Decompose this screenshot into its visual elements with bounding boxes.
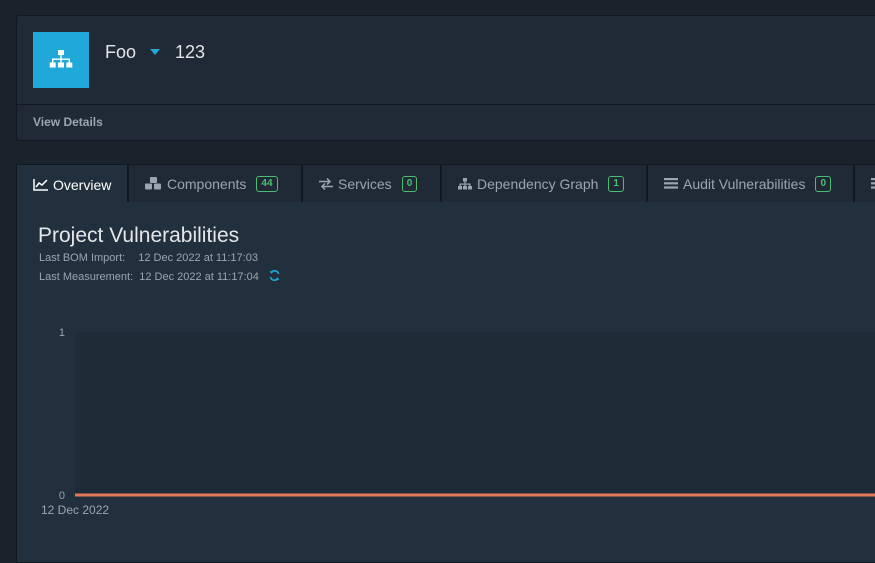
dependency-graph-count-badge: 1	[608, 175, 624, 192]
components-count-badge: 44	[256, 175, 278, 192]
vulnerability-chart: 1 0 12 Dec 2022	[17, 312, 875, 532]
tab-overflow[interactable]	[854, 164, 875, 202]
last-measurement-value: 12 Dec 2022 at 11:17:04	[139, 270, 259, 283]
view-details-link[interactable]: View Details	[33, 115, 103, 129]
list-icon	[871, 178, 875, 189]
chart-plot-area	[75, 332, 875, 495]
project-version: 123	[175, 42, 206, 62]
tab-overview[interactable]: Overview	[16, 164, 128, 204]
line-chart-icon	[33, 178, 48, 191]
exchange-icon	[319, 177, 333, 190]
sitemap-icon	[33, 32, 89, 88]
project-header-card: Foo 123 View Details	[16, 15, 875, 141]
project-name: Foo	[105, 42, 137, 62]
last-bom-import-label: Last BOM Import:	[39, 252, 126, 264]
y-tick-label: 0	[59, 490, 65, 502]
tab-label: Audit Vulnerabilities	[683, 175, 806, 192]
last-bom-import-value: 12 Dec 2022 at 11:17:03	[138, 252, 258, 264]
y-tick-label: 1	[59, 327, 65, 339]
chart-svg: 1 012 Dec 2022	[41, 327, 875, 517]
tab-label: Overview	[53, 176, 112, 193]
tasks-icon	[664, 178, 678, 189]
overview-panel: Project Vulnerabilities Last BOM Import:…	[16, 202, 875, 563]
version-dropdown-caret-icon[interactable]	[150, 49, 160, 55]
audit-vulnerabilities-count-badge: 0	[815, 175, 832, 192]
tab-label: Dependency Graph	[477, 175, 599, 192]
sitemap-icon	[458, 177, 472, 190]
last-measurement: Last Measurement: 12 Dec 2022 at 11:17:0…	[39, 270, 280, 284]
last-measurement-label: Last Measurement:	[39, 270, 134, 283]
tab-label: Components	[167, 175, 247, 192]
services-count-badge: 0	[401, 175, 418, 192]
refresh-icon[interactable]	[269, 270, 280, 284]
page-title: Project Vulnerabilities	[38, 224, 240, 247]
tab-components[interactable]: Components 44	[128, 164, 302, 202]
tab-audit-vulnerabilities[interactable]: Audit Vulnerabilities 0	[647, 164, 854, 202]
tab-dependency-graph[interactable]: Dependency Graph 1	[441, 164, 647, 202]
tab-services[interactable]: Services 0	[302, 164, 441, 202]
header-divider	[17, 104, 875, 105]
tab-label: Services	[338, 175, 392, 192]
x-tick-label: 12 Dec 2022	[41, 503, 109, 517]
last-bom-import: Last BOM Import: 12 Dec 2022 at 11:17:03	[39, 252, 258, 264]
cubes-icon	[145, 177, 162, 190]
